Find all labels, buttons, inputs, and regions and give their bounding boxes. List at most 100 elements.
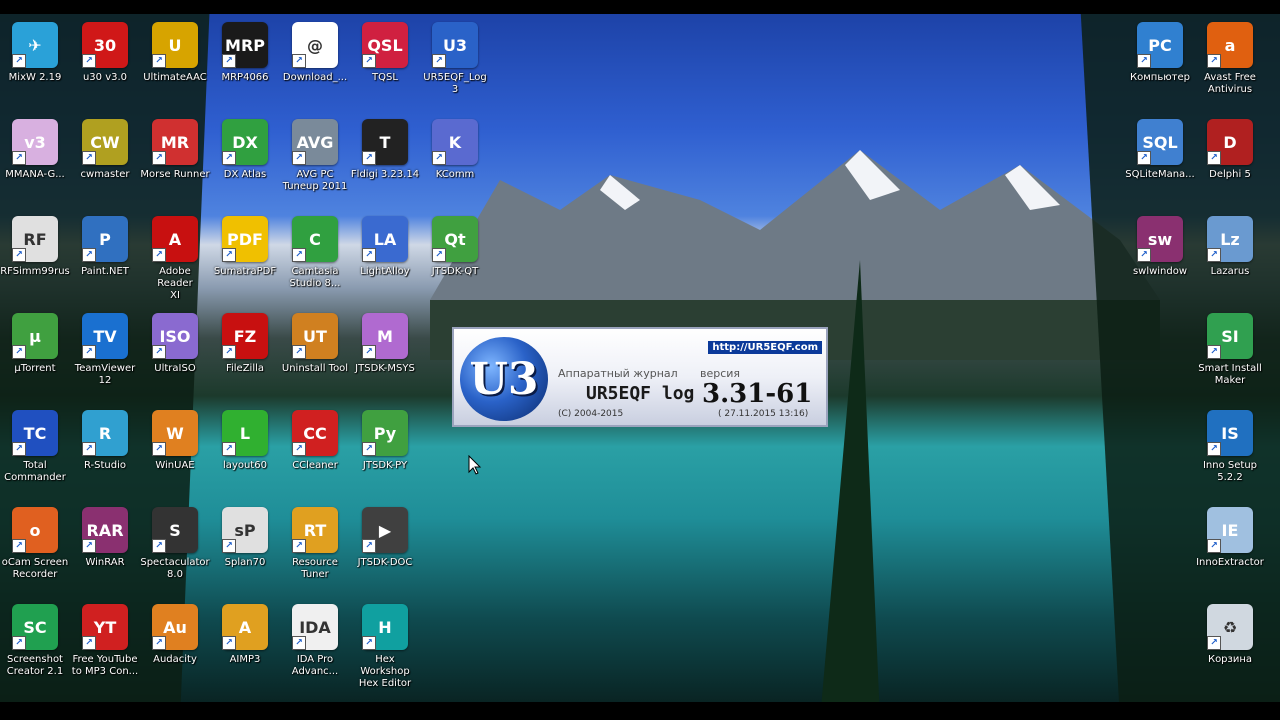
desktop-icon[interactable]: T ↗ Fldigi 3.23.14 — [350, 119, 420, 211]
desktop-icon[interactable]: MRP ↗ MRP4066 — [210, 22, 280, 114]
desktop-icon[interactable]: K ↗ KComm — [420, 119, 490, 211]
icon-glyph: T — [379, 132, 391, 152]
app-icon: U3 ↗ — [432, 22, 478, 68]
desktop-icon[interactable]: v3 ↗ MMANA-G... — [0, 119, 70, 211]
icon-glyph: sP — [234, 520, 256, 540]
desktop-icon[interactable]: Au ↗ Audacity — [140, 604, 210, 696]
desktop-icon[interactable]: D ↗ Delphi 5 — [1195, 119, 1265, 211]
desktop-icon[interactable]: ISO ↗ UltraISO — [140, 313, 210, 405]
desktop-icon[interactable]: W ↗ WinUAE — [140, 410, 210, 502]
shortcut-arrow-icon: ↗ — [222, 151, 236, 165]
shortcut-arrow-icon: ↗ — [362, 539, 376, 553]
desktop-icon[interactable]: IS ↗ Inno Setup 5.2.2 — [1195, 410, 1265, 502]
desktop-icon[interactable]: A ↗ Adobe Reader XI — [140, 216, 210, 308]
icon-glyph: IS — [1221, 423, 1239, 443]
desktop-icon[interactable]: UT ↗ Uninstall Tool — [280, 313, 350, 405]
desktop-icon[interactable]: TC ↗ Total Commander — [0, 410, 70, 502]
icon-glyph: TV — [93, 326, 117, 346]
desktop-icon[interactable]: U ↗ UltimateAAC — [140, 22, 210, 114]
desktop-icon[interactable]: C ↗ Camtasia Studio 8... — [280, 216, 350, 308]
desktop-icon-label: MixW 2.19 — [8, 72, 62, 83]
desktop-icon-label: u30 v3.0 — [82, 72, 128, 83]
icon-glyph: TC — [23, 423, 47, 443]
icon-glyph: U — [168, 35, 182, 55]
icon-glyph: SQL — [1142, 132, 1178, 152]
icon-glyph: K — [448, 132, 462, 152]
desktop-icon[interactable]: sw ↗ swlwindow — [1125, 216, 1195, 308]
desktop-icon[interactable]: RT ↗ Resource Tuner — [280, 507, 350, 599]
shortcut-arrow-icon: ↗ — [1207, 151, 1221, 165]
icon-glyph: AVG — [296, 132, 334, 152]
shortcut-arrow-icon: ↗ — [12, 151, 26, 165]
desktop-icon[interactable]: RAR ↗ WinRAR — [70, 507, 140, 599]
desktop-icon[interactable]: PC ↗ Компьютер — [1125, 22, 1195, 114]
shortcut-arrow-icon: ↗ — [362, 54, 376, 68]
desktop-icon[interactable]: H ↗ Hex Workshop Hex Editor — [350, 604, 420, 696]
desktop-icon[interactable]: 30 ↗ u30 v3.0 — [70, 22, 140, 114]
app-icon: ♻ ↗ — [1207, 604, 1253, 650]
desktop-icon[interactable]: Qt ↗ JTSDK-QT — [420, 216, 490, 308]
desktop-icon[interactable]: LA ↗ LightAlloy — [350, 216, 420, 308]
desktop-icon[interactable]: FZ ↗ FileZilla — [210, 313, 280, 405]
shortcut-arrow-icon: ↗ — [362, 151, 376, 165]
desktop-icon[interactable]: SQL ↗ SQLiteMana... — [1125, 119, 1195, 211]
desktop-icon[interactable]: IE ↗ InnoExtractor — [1195, 507, 1265, 599]
desktop-icon[interactable]: CC ↗ CCleaner — [280, 410, 350, 502]
desktop-icon[interactable]: AVG ↗ AVG PC Tuneup 2011 — [280, 119, 350, 211]
desktop-icon[interactable]: QSL ↗ TQSL — [350, 22, 420, 114]
desktop-icon-label: Audacity — [153, 654, 197, 665]
desktop-icon[interactable]: S ↗ Spectaculator 8.0 — [140, 507, 210, 599]
desktop-icon-label: UltraISO — [154, 363, 196, 374]
shortcut-arrow-icon: ↗ — [82, 636, 96, 650]
desktop-icon-label: Camtasia Studio 8... — [289, 266, 341, 289]
desktop-icon[interactable]: M ↗ JTSDK-MSYS — [350, 313, 420, 405]
splash-app-description: Аппаратный журнал — [558, 367, 678, 380]
desktop-icon[interactable]: µ ↗ µTorrent — [0, 313, 70, 405]
desktop-icon[interactable]: U3 ↗ UR5EQF_Log 3 — [420, 22, 490, 114]
desktop-icon-label: Screenshot Creator 2.1 — [6, 654, 64, 677]
shortcut-arrow-icon: ↗ — [222, 539, 236, 553]
desktop-icon[interactable]: YT ↗ Free YouTube to MP3 Con... — [70, 604, 140, 696]
shortcut-arrow-icon: ↗ — [152, 54, 166, 68]
desktop-icon[interactable]: A ↗ AIMP3 — [210, 604, 280, 696]
desktop-icon[interactable]: PDF ↗ SumatraPDF — [210, 216, 280, 308]
shortcut-arrow-icon: ↗ — [82, 442, 96, 456]
desktop-icon[interactable]: SC ↗ Screenshot Creator 2.1 — [0, 604, 70, 696]
icon-glyph: RT — [303, 520, 327, 540]
desktop-icon[interactable]: Lz ↗ Lazarus — [1195, 216, 1265, 308]
desktop-icon[interactable]: RF ↗ RFSimm99rus — [0, 216, 70, 308]
desktop-icon[interactable]: o ↗ oCam Screen Recorder — [0, 507, 70, 599]
desktop-icon[interactable]: IDA ↗ IDA Pro Advanc... — [280, 604, 350, 696]
desktop-icon[interactable]: @ ↗ Download_... — [280, 22, 350, 114]
desktop-icon-label: IDA Pro Advanc... — [291, 654, 339, 677]
desktop-icon[interactable]: MR ↗ Morse Runner — [140, 119, 210, 211]
desktop-icon[interactable]: L ↗ layout60 — [210, 410, 280, 502]
desktop-icon-label: InnoExtractor — [1196, 557, 1264, 568]
shortcut-arrow-icon: ↗ — [292, 151, 306, 165]
desktop-icon[interactable]: DX ↗ DX Atlas — [210, 119, 280, 211]
desktop-icon[interactable]: ✈ ↗ MixW 2.19 — [0, 22, 70, 114]
app-icon: QSL ↗ — [362, 22, 408, 68]
desktop-icon[interactable]: R ↗ R-Studio — [70, 410, 140, 502]
desktop-icon[interactable]: Py ↗ JTSDK-PY — [350, 410, 420, 502]
splash-window[interactable]: http://UR5EQF.com U3 Аппаратный журнал в… — [452, 327, 828, 427]
app-icon: RAR ↗ — [82, 507, 128, 553]
icon-glyph: A — [168, 229, 182, 249]
icon-glyph: CC — [303, 423, 327, 443]
desktop-icon[interactable]: a ↗ Avast Free Antivirus — [1195, 22, 1265, 114]
desktop-icon-label: Morse Runner — [140, 169, 210, 180]
desktop-icon-label: Hex Workshop Hex Editor — [358, 654, 412, 689]
desktop-icon[interactable]: P ↗ Paint.NET — [70, 216, 140, 308]
icon-glyph: SC — [23, 617, 47, 637]
app-icon: ✈ ↗ — [12, 22, 58, 68]
desktop-icon[interactable]: ▶ ↗ JTSDK-DOC — [350, 507, 420, 599]
app-icon: H ↗ — [362, 604, 408, 650]
desktop-icon-label: swlwindow — [1132, 266, 1188, 277]
shortcut-arrow-icon: ↗ — [292, 636, 306, 650]
desktop-icon[interactable]: SI ↗ Smart Install Maker — [1195, 313, 1265, 405]
desktop[interactable]: ✈ ↗ MixW 2.19 30 ↗ u30 v3.0 U ↗ UltimateAAC MRP ↗ M… — [0, 0, 1280, 720]
desktop-icon[interactable]: CW ↗ cwmaster — [70, 119, 140, 211]
desktop-icon[interactable]: TV ↗ TeamViewer 12 — [70, 313, 140, 405]
desktop-icon[interactable]: sP ↗ Splan70 — [210, 507, 280, 599]
desktop-icon[interactable]: ♻ ↗ Корзина — [1195, 604, 1265, 696]
